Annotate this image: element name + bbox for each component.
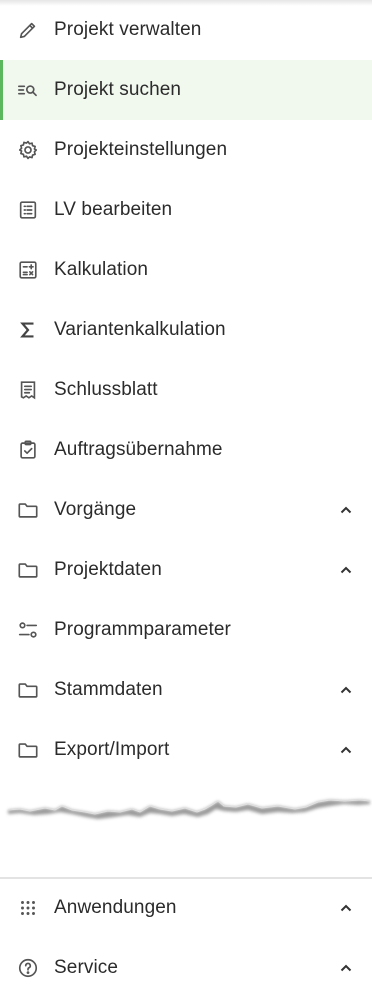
settings-sliders-icon [17, 619, 39, 641]
menu-item-label: Projektdaten [54, 559, 162, 580]
clipboard-check-icon [17, 439, 39, 461]
chevron-up-icon[interactable] [338, 682, 354, 698]
menu-item-label: Projekt verwalten [54, 19, 202, 40]
chevron-up-icon[interactable] [338, 502, 354, 518]
menu-item-export-import[interactable]: Export/Import [0, 720, 372, 780]
menu-item-vorgaenge[interactable]: Vorgänge [0, 480, 372, 540]
menu-item-label: Service [54, 957, 119, 978]
menu-item-kalkulation[interactable]: Kalkulation [0, 240, 372, 300]
list-icon [17, 199, 39, 221]
menu-item-label: Stammdaten [54, 679, 163, 700]
menu-item-label: Schlussblatt [54, 379, 158, 400]
sidebar-menu: Projekt verwalten Projekt suchen Projekt… [0, 0, 372, 780]
menu-item-service[interactable]: Service [0, 938, 372, 998]
document-icon [17, 379, 39, 401]
menu-item-auftragsuebernahme[interactable]: Auftragsübernahme [0, 420, 372, 480]
folder-icon [17, 559, 39, 581]
menu-item-label: LV bearbeiten [54, 199, 173, 220]
menu-item-label: Anwendungen [54, 897, 177, 918]
apps-grid-icon [17, 897, 39, 919]
chevron-up-icon[interactable] [338, 742, 354, 758]
sigma-icon [17, 319, 39, 341]
menu-item-lv-bearbeiten[interactable]: LV bearbeiten [0, 180, 372, 240]
gear-icon [17, 139, 39, 161]
chevron-up-icon[interactable] [338, 562, 354, 578]
folder-icon [17, 739, 39, 761]
menu-item-label: Variantenkalkulation [54, 319, 226, 340]
help-circle-icon [17, 957, 39, 979]
menu-item-schlussblatt[interactable]: Schlussblatt [0, 360, 372, 420]
menu-item-label: Projekteinstellungen [54, 139, 228, 160]
menu-item-label: Kalkulation [54, 259, 149, 280]
menu-item-label: Auftragsübernahme [54, 439, 223, 460]
folder-icon [17, 499, 39, 521]
chevron-up-icon[interactable] [338, 900, 354, 916]
folder-icon [17, 679, 39, 701]
calculator-icon [17, 259, 39, 281]
chevron-up-icon[interactable] [338, 960, 354, 976]
menu-item-projekt-suchen[interactable]: Projekt suchen [0, 60, 372, 120]
menu-item-projekteinstellungen[interactable]: Projekteinstellungen [0, 120, 372, 180]
torn-edge-divider [7, 799, 371, 819]
menu-item-label: Programmparameter [54, 619, 231, 640]
menu-item-label: Vorgänge [54, 499, 137, 520]
search-list-icon [17, 79, 39, 101]
menu-item-programmparameter[interactable]: Programmparameter [0, 600, 372, 660]
menu-item-variantenkalkulation[interactable]: Variantenkalkulation [0, 300, 372, 360]
menu-item-projekt-verwalten[interactable]: Projekt verwalten [0, 0, 372, 60]
menu-item-stammdaten[interactable]: Stammdaten [0, 660, 372, 720]
pencil-icon [17, 19, 39, 41]
menu-item-anwendungen[interactable]: Anwendungen [0, 878, 372, 938]
menu-item-projektdaten[interactable]: Projektdaten [0, 540, 372, 600]
bottom-menu: Anwendungen Service [0, 878, 372, 998]
menu-item-label: Export/Import [54, 739, 170, 760]
menu-item-label: Projekt suchen [54, 79, 182, 100]
